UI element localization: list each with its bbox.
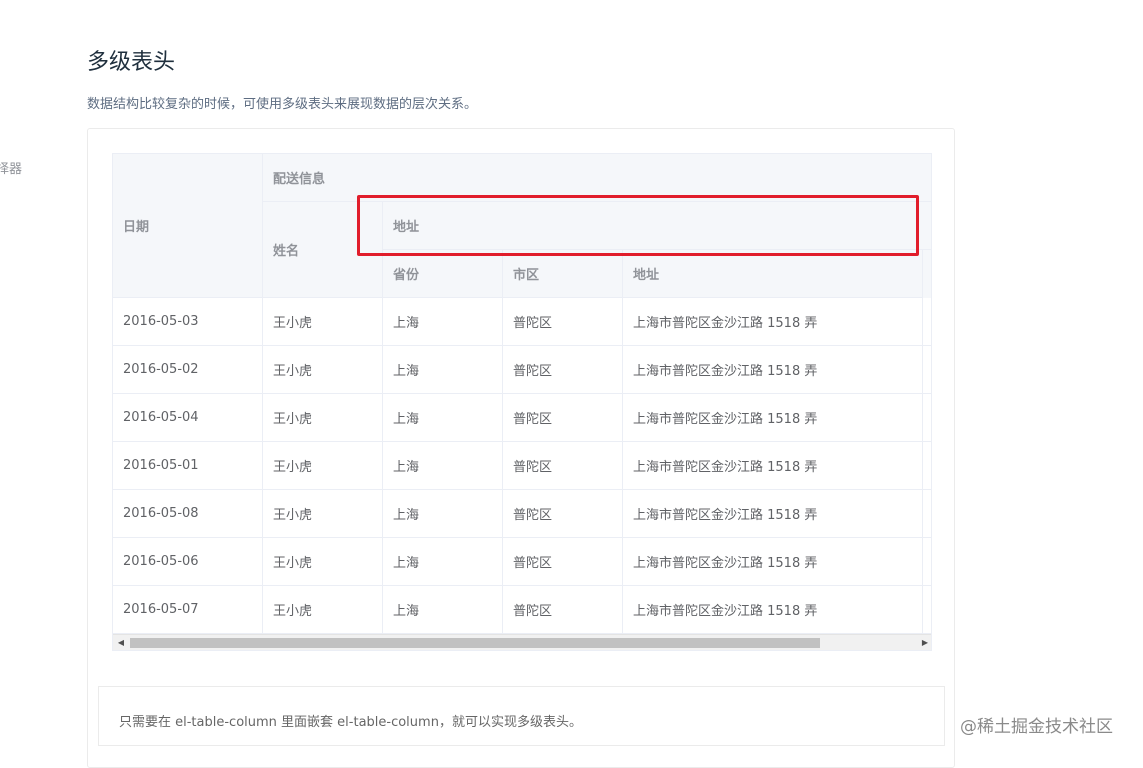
cell-province: 上海	[383, 490, 503, 537]
cell-city: 普陀区	[503, 346, 623, 393]
cell-address: 上海市普陀区金沙江路 1518 弄	[623, 298, 923, 345]
table-row[interactable]: 2016-05-03 王小虎 上海 普陀区 上海市普陀区金沙江路 1518 弄	[113, 298, 931, 346]
cell-name: 王小虎	[263, 586, 383, 633]
cell-city: 普陀区	[503, 442, 623, 489]
cell-province: 上海	[383, 586, 503, 633]
header-province[interactable]: 省份	[383, 250, 503, 298]
watermark: @稀土掘金技术社区	[960, 717, 1113, 737]
header-city[interactable]: 市区	[503, 250, 623, 298]
cell-province: 上海	[383, 442, 503, 489]
cell-city: 普陀区	[503, 298, 623, 345]
code-description: 只需要在 el-table-column 里面嵌套 el-table-colum…	[98, 686, 945, 746]
header-address[interactable]: 地址	[623, 250, 923, 298]
table-row[interactable]: 2016-05-06 王小虎 上海 普陀区 上海市普陀区金沙江路 1518 弄	[113, 538, 931, 586]
cell-city: 普陀区	[503, 586, 623, 633]
page-description: 数据结构比较复杂的时候，可使用多级表头来展现数据的层次关系。	[87, 97, 478, 112]
cell-address: 上海市普陀区金沙江路 1518 弄	[623, 490, 923, 537]
table-row[interactable]: 2016-05-07 王小虎 上海 普陀区 上海市普陀区金沙江路 1518 弄	[113, 586, 931, 634]
cell-address: 上海市普陀区金沙江路 1518 弄	[623, 442, 923, 489]
scrollbar-thumb[interactable]	[130, 638, 820, 648]
cell-province: 上海	[383, 538, 503, 585]
cell-date: 2016-05-04	[113, 394, 263, 441]
cell-city: 普陀区	[503, 538, 623, 585]
cell-province: 上海	[383, 298, 503, 345]
cell-address: 上海市普陀区金沙江路 1518 弄	[623, 346, 923, 393]
cell-province: 上海	[383, 346, 503, 393]
cell-date: 2016-05-02	[113, 346, 263, 393]
cell-name: 王小虎	[263, 394, 383, 441]
cell-address: 上海市普陀区金沙江路 1518 弄	[623, 586, 923, 633]
cell-name: 王小虎	[263, 442, 383, 489]
table-row[interactable]: 2016-05-08 王小虎 上海 普陀区 上海市普陀区金沙江路 1518 弄	[113, 490, 931, 538]
scroll-right-icon[interactable]: ▶	[917, 635, 931, 650]
horizontal-scrollbar[interactable]: ◀ ▶	[113, 634, 931, 650]
page-title: 多级表头	[87, 50, 176, 75]
cell-city: 普陀区	[503, 490, 623, 537]
table-row[interactable]: 2016-05-02 王小虎 上海 普陀区 上海市普陀区金沙江路 1518 弄	[113, 346, 931, 394]
cell-name: 王小虎	[263, 538, 383, 585]
cell-address: 上海市普陀区金沙江路 1518 弄	[623, 538, 923, 585]
sidebar-nav-fragment[interactable]: 选择器	[0, 158, 22, 177]
cell-date: 2016-05-06	[113, 538, 263, 585]
cell-name: 王小虎	[263, 298, 383, 345]
cell-city: 普陀区	[503, 394, 623, 441]
table-row[interactable]: 2016-05-01 王小虎 上海 普陀区 上海市普陀区金沙江路 1518 弄	[113, 442, 931, 490]
cell-date: 2016-05-08	[113, 490, 263, 537]
scroll-left-icon[interactable]: ◀	[113, 635, 129, 650]
header-date[interactable]: 日期	[113, 154, 263, 298]
code-description-text: 只需要在 el-table-column 里面嵌套 el-table-colum…	[119, 715, 582, 730]
highlight-annotation-box	[357, 195, 919, 256]
cell-address: 上海市普陀区金沙江路 1518 弄	[623, 394, 923, 441]
cell-province: 上海	[383, 394, 503, 441]
cell-date: 2016-05-07	[113, 586, 263, 633]
cell-date: 2016-05-03	[113, 298, 263, 345]
cell-name: 王小虎	[263, 346, 383, 393]
cell-date: 2016-05-01	[113, 442, 263, 489]
cell-name: 王小虎	[263, 490, 383, 537]
table-row[interactable]: 2016-05-04 王小虎 上海 普陀区 上海市普陀区金沙江路 1518 弄	[113, 394, 931, 442]
